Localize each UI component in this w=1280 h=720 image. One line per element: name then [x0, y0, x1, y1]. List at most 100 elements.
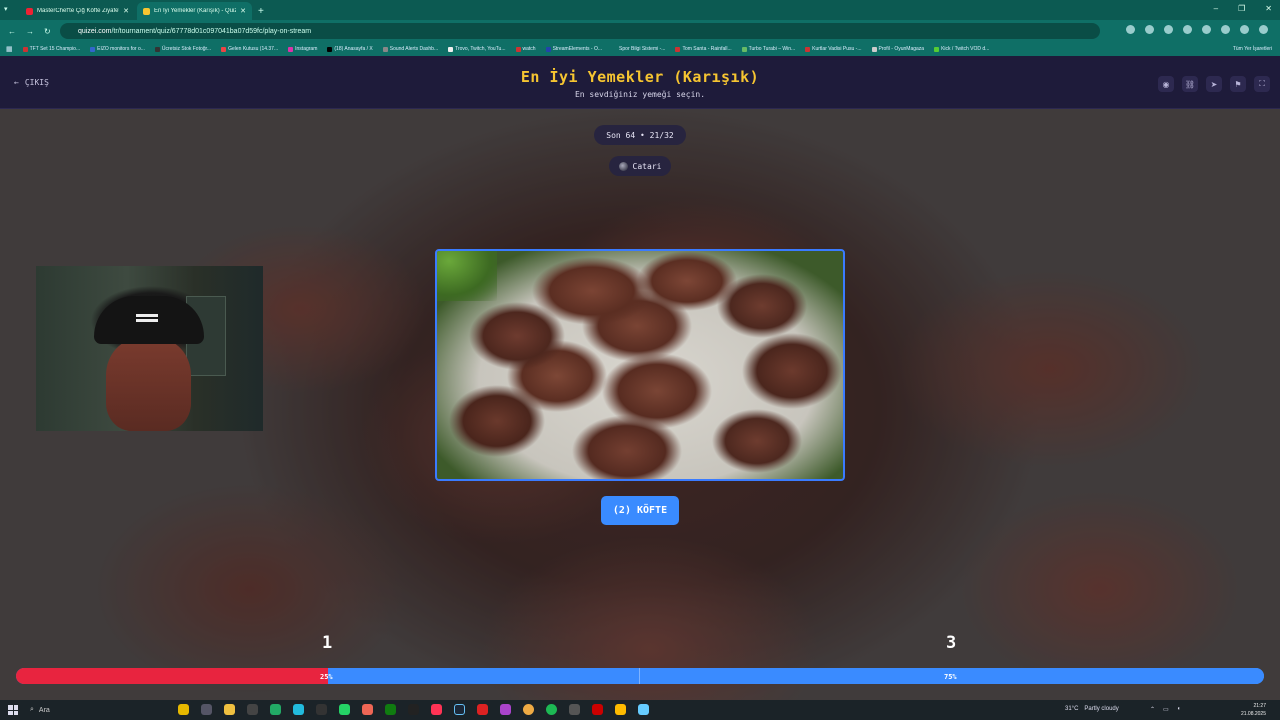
all-bookmarks[interactable]: Tüm Yer İşaretleri: [1233, 46, 1272, 52]
vote-count-left: 1: [322, 633, 333, 653]
tab-title: En İyi Yemekler (Karışık) - Quizi: [154, 8, 237, 14]
chevron-up-icon[interactable]: ⌃: [1150, 706, 1155, 713]
extension-icon[interactable]: [1145, 25, 1154, 34]
bookmark[interactable]: Sound Alerts Dashb...: [382, 46, 438, 52]
clock-time: 21:27: [1253, 703, 1266, 709]
network-icon[interactable]: ▭: [1163, 706, 1169, 713]
windows-taskbar: ⌕ Ara 31°C Partly cloudy ⌃ ▭ ◖ 21:27 21.…: [0, 700, 1280, 720]
bookmark[interactable]: Spor Bilgi Sistemi -...: [612, 46, 665, 52]
file-explorer-icon[interactable]: [224, 704, 235, 715]
bookmark[interactable]: Tom Santa - Rainfall...: [675, 46, 732, 52]
vote-bar-divider: [639, 668, 640, 684]
url-host: quizei.com: [78, 27, 112, 35]
app-icon[interactable]: [592, 704, 603, 715]
reload-icon[interactable]: ↻: [44, 27, 51, 36]
round-indicator: Son 64 • 21/32: [594, 125, 686, 145]
choice-button[interactable]: (2) KÖFTE: [601, 496, 679, 525]
bookmark[interactable]: (18) Anasayfa / X: [327, 46, 373, 52]
shield-icon[interactable]: [1164, 25, 1173, 34]
taskbar-search[interactable]: ⌕ Ara: [30, 703, 180, 717]
weather-widget[interactable]: 31°C Partly cloudy: [1065, 706, 1119, 712]
app-icon[interactable]: [500, 704, 511, 715]
vote-bar-right: [328, 668, 1264, 684]
quiz-header: ← ÇIKIŞ En İyi Yemekler (Karışık) En sev…: [0, 56, 1280, 109]
clock-date: 21.08.2025: [1240, 711, 1266, 717]
browser-tab-bar: ▾ MasterChef'te Çiğ Köfte Ziyafeti ✕ En …: [0, 0, 1280, 20]
app-icon[interactable]: [638, 704, 649, 715]
voter-name: Catari: [632, 161, 662, 171]
steam-icon[interactable]: [454, 704, 465, 715]
header-actions: ◉ ⛓ ➤ ⚑ ⛶: [1158, 76, 1270, 92]
bookmark[interactable]: Kick / Twitch VOD d...: [934, 46, 989, 52]
app-icon[interactable]: [569, 704, 580, 715]
link-icon[interactable]: ⛓: [1182, 76, 1198, 92]
extension-icon[interactable]: [1183, 25, 1192, 34]
start-icon[interactable]: [8, 705, 18, 715]
app-icon[interactable]: [615, 704, 626, 715]
send-icon[interactable]: ➤: [1206, 76, 1222, 92]
flag-icon[interactable]: ⚑: [1230, 76, 1246, 92]
tab-search-icon[interactable]: ▾: [4, 5, 8, 13]
xbox-icon[interactable]: [385, 704, 396, 715]
chrome-icon[interactable]: [523, 704, 534, 715]
bookmark[interactable]: Instagram: [288, 46, 317, 52]
whatsapp-icon[interactable]: [339, 704, 350, 715]
extension-icon[interactable]: [1221, 25, 1230, 34]
bookmark[interactable]: Gelen Kutusu (14.37...: [221, 46, 278, 52]
app-icon[interactable]: [293, 704, 304, 715]
clock[interactable]: 21:27 21.08.2025: [1241, 702, 1266, 718]
bookmark[interactable]: Trovo, Twitch, YouTu...: [448, 46, 506, 52]
menu-icon[interactable]: [1259, 25, 1268, 34]
bookmark[interactable]: Ücretsiz Stok Fotoğr...: [154, 46, 211, 52]
bookmark[interactable]: Kurtlar Vadisi Pusu -...: [805, 46, 862, 52]
garnish-leaf: [437, 251, 497, 301]
star-icon[interactable]: [1126, 25, 1135, 34]
music-icon[interactable]: [431, 704, 442, 715]
system-tray: ⌃ ▭ ◖: [1150, 706, 1180, 713]
bookmark[interactable]: TFT Set 15 Champio...: [22, 46, 80, 52]
spotify-icon[interactable]: [546, 704, 557, 715]
window-controls: – ❐ ✕: [1214, 4, 1272, 13]
minimize-icon[interactable]: –: [1214, 4, 1218, 13]
epic-icon[interactable]: [408, 704, 419, 715]
volume-icon[interactable]: ◖: [1177, 706, 1181, 713]
weather-temp: 31°C: [1065, 706, 1079, 712]
app-icon[interactable]: [247, 704, 258, 715]
bookmark[interactable]: StreamElements - O...: [545, 46, 602, 52]
eye-icon[interactable]: ◉: [1158, 76, 1174, 92]
webcam-overlay: [36, 266, 263, 431]
app-icon[interactable]: [270, 704, 281, 715]
extension-icon[interactable]: [1202, 25, 1211, 34]
extensions: [1126, 25, 1268, 34]
bookmark[interactable]: Profil - OyunMagaza: [871, 46, 924, 52]
nav-buttons: ← → ↻: [0, 27, 51, 36]
app-icon[interactable]: [362, 704, 373, 715]
new-tab-button[interactable]: +: [258, 6, 264, 17]
bookmark[interactable]: EIZO monitors for o...: [90, 46, 145, 52]
url-field[interactable]: quizei.com/tr/tournament/quiz/67778d01c0…: [60, 23, 1100, 39]
apps-icon[interactable]: ▦: [6, 45, 13, 53]
taskview-icon[interactable]: [201, 704, 212, 715]
fullscreen-icon[interactable]: ⛶: [1254, 76, 1270, 92]
bookmark[interactable]: Turbo Turabi – Win...: [741, 46, 795, 52]
bookmark[interactable]: watch: [515, 46, 536, 52]
app-icon[interactable]: [316, 704, 327, 715]
tab-title: MasterChef'te Çiğ Köfte Ziyafeti: [37, 8, 120, 14]
forward-icon[interactable]: →: [26, 27, 34, 36]
app-icon[interactable]: [477, 704, 488, 715]
cap-logo: [136, 314, 158, 322]
browser-tab-active[interactable]: En İyi Yemekler (Karışık) - Quizi ✕: [137, 2, 252, 20]
choice-image[interactable]: [435, 249, 845, 481]
back-icon[interactable]: ←: [8, 27, 16, 36]
youtube-icon: [26, 7, 33, 15]
extension-icon[interactable]: [1240, 25, 1249, 34]
close-icon[interactable]: ✕: [123, 7, 129, 15]
voter-badge: Catari: [609, 156, 671, 176]
maximize-icon[interactable]: ❐: [1238, 4, 1245, 13]
vote-bar-left: [16, 668, 328, 684]
close-window-icon[interactable]: ✕: [1265, 4, 1272, 13]
widgets-icon[interactable]: [178, 704, 189, 715]
browser-tab[interactable]: MasterChef'te Çiğ Köfte Ziyafeti ✕: [20, 2, 135, 20]
bookmarks-bar: ▦ TFT Set 15 Champio... EIZO monitors fo…: [0, 42, 1280, 56]
close-icon[interactable]: ✕: [240, 7, 246, 15]
